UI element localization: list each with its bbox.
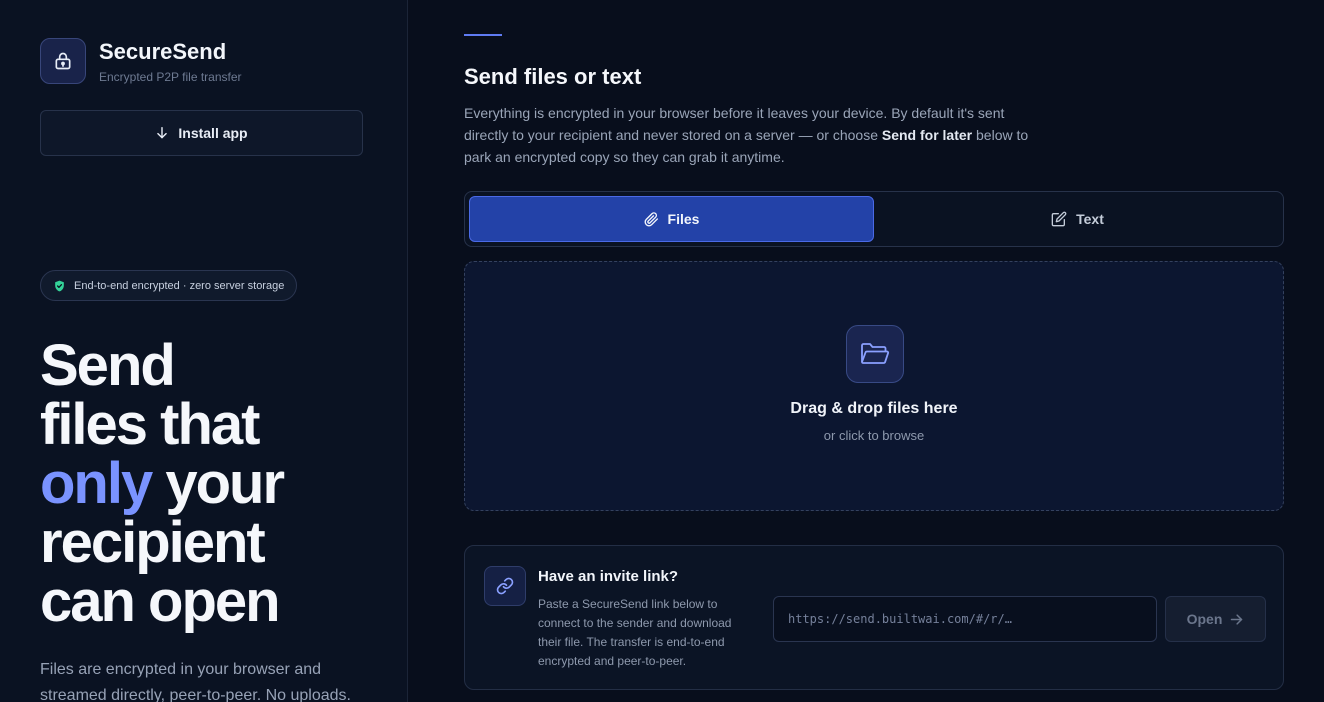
brand-text: SecureSend Encrypted P2P file transfer [99,38,242,84]
download-arrow-icon [157,127,168,139]
lock-icon [40,38,86,84]
invite-description: Paste a SecureSend link below to connect… [538,597,732,668]
dropzone-title: Drag & drop files here [790,400,958,417]
open-button-label: Open [1186,611,1223,627]
brand: SecureSend Encrypted P2P file transfer [40,38,242,84]
page-title: Send files or text [464,64,642,89]
shield-check-icon [55,280,64,291]
hero-accent-word: only [40,451,153,516]
main-panel: Send files or text Everything is encrypt… [408,0,1324,702]
invite-title: Have an invite link? [538,568,679,585]
send-for-later-emphasis: Send for later [881,127,973,143]
hero-line-3-rest: your [151,451,285,516]
tab-text-label: Text [1076,211,1104,227]
accent-divider [464,34,502,36]
edit-icon [1051,211,1067,227]
file-dropzone[interactable]: Drag & drop files here or click to brows… [464,261,1284,511]
link-icon [484,566,526,606]
brand-name: SecureSend [99,39,227,64]
install-app-label: Install app [178,125,248,141]
page-description: Everything is encrypted in your browser … [464,102,1034,168]
paperclip-icon [644,211,658,226]
brand-tagline: Encrypted P2P file transfer [99,70,242,84]
invite-link-card: Have an invite link? Paste a SecureSend … [464,545,1284,690]
encryption-badge: End-to-end encrypted · zero server stora… [40,270,298,301]
sidebar: SecureSend Encrypted P2P file transfer I… [0,0,408,702]
folder-open-icon [846,325,904,383]
app-page: SecureSend Encrypted P2P file transfer I… [0,0,1324,702]
tab-text[interactable]: Text [875,196,1280,242]
hero-line-4: recipient [40,510,266,575]
hero-line-2: files that [40,392,260,457]
dropzone-subtitle: or click to browse [823,428,925,443]
hero-subtitle: Files are encrypted in your browser and … [40,661,351,702]
mode-tabs: Files Text [464,191,1284,247]
hero-line-1: Send [40,333,176,398]
tab-files-label: Files [667,211,700,227]
hero-line-5: can open [40,569,281,634]
install-app-button[interactable]: Install app [40,110,363,156]
tab-files[interactable]: Files [469,196,874,242]
open-link-button[interactable]: Open [1165,596,1266,642]
arrow-right-icon [1231,613,1243,625]
badge-text: End-to-end encrypted · zero server stora… [74,279,285,292]
hero-headline: Send files that only your recipient can … [40,336,400,631]
invite-link-input[interactable] [773,596,1157,642]
